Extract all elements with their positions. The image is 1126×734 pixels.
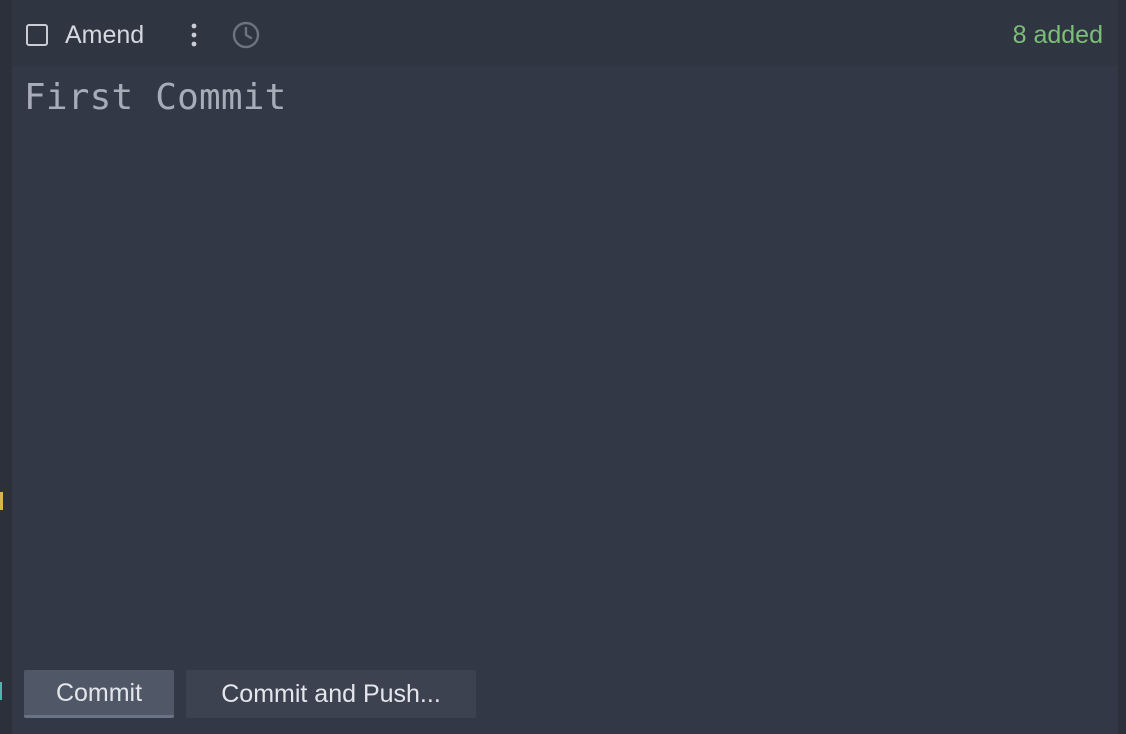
more-vertical-icon[interactable] (182, 20, 206, 50)
commit-button[interactable]: Commit (24, 670, 174, 718)
gutter-change-marker (0, 492, 3, 510)
right-edge (1118, 0, 1126, 734)
commit-toolbar: Amend 8 added (12, 0, 1118, 66)
amend-label[interactable]: Amend (65, 20, 144, 50)
clock-icon[interactable] (231, 20, 261, 50)
added-files-status: 8 added (1012, 21, 1103, 49)
gutter-change-marker (0, 682, 2, 700)
commit-and-push-button[interactable]: Commit and Push... (186, 670, 476, 718)
amend-checkbox[interactable] (26, 24, 48, 46)
commit-message-editor[interactable]: First Commit (12, 66, 1118, 656)
commit-actions-bar: Commit Commit and Push... (12, 656, 1118, 734)
commit-message-text[interactable]: First Commit (24, 76, 287, 120)
left-gutter (0, 0, 12, 734)
commit-panel: Amend 8 added First Commit Commit Commit… (0, 0, 1126, 734)
